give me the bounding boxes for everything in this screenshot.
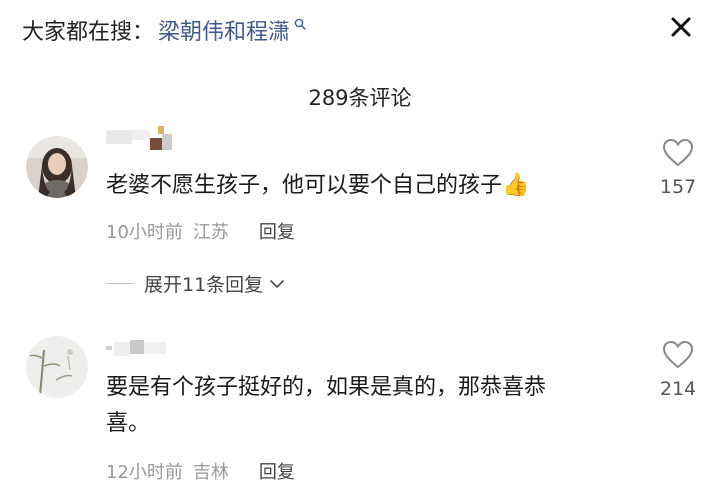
comment-text-line: 要是有个孩子挺好的，如果是真的，那恭喜恭 — [106, 375, 547, 400]
comment-meta: 10小时前 江苏 回复 — [106, 218, 295, 244]
comment-time: 12小时前 — [106, 462, 183, 483]
comment-location: 吉林 — [192, 462, 229, 483]
chevron-down-icon — [270, 279, 285, 288]
divider — [106, 283, 134, 284]
reply-button[interactable]: 回复 — [259, 458, 295, 484]
comment-location: 江苏 — [192, 222, 229, 243]
comment-count: 289条评论 — [308, 86, 412, 110]
search-suggestion-prefix: 大家都在搜： — [22, 20, 155, 45]
search-suggestion-bar[interactable]: 大家都在搜： 梁朝伟和程潇 — [22, 12, 306, 48]
expand-replies-label: 展开11条回复 — [144, 274, 264, 296]
comment-text: 要是有个孩子挺好的，如果是真的，那恭喜恭 喜。 — [106, 370, 636, 442]
like-count: 214 — [659, 378, 697, 400]
comment-time: 10小时前 — [106, 222, 183, 243]
comment-meta: 12小时前 吉林 回复 — [106, 458, 295, 484]
heart-icon[interactable] — [662, 138, 694, 168]
reply-button[interactable]: 回复 — [259, 218, 295, 244]
avatar[interactable] — [26, 136, 88, 198]
username-blurred[interactable] — [106, 334, 176, 360]
heart-icon[interactable] — [662, 340, 694, 370]
username-blurred[interactable] — [106, 126, 176, 152]
search-suggestion-query[interactable]: 梁朝伟和程潇 — [158, 14, 290, 46]
avatar[interactable] — [26, 336, 88, 398]
search-icon — [294, 18, 306, 30]
close-icon[interactable] — [668, 14, 694, 40]
expand-replies-button[interactable]: 展开11条回复 — [106, 270, 285, 297]
comment-text-line: 喜。 — [106, 411, 151, 436]
comment-text: 老婆不愿生孩子，他可以要个自己的孩子👍 — [106, 173, 530, 198]
like-count: 157 — [659, 176, 697, 198]
